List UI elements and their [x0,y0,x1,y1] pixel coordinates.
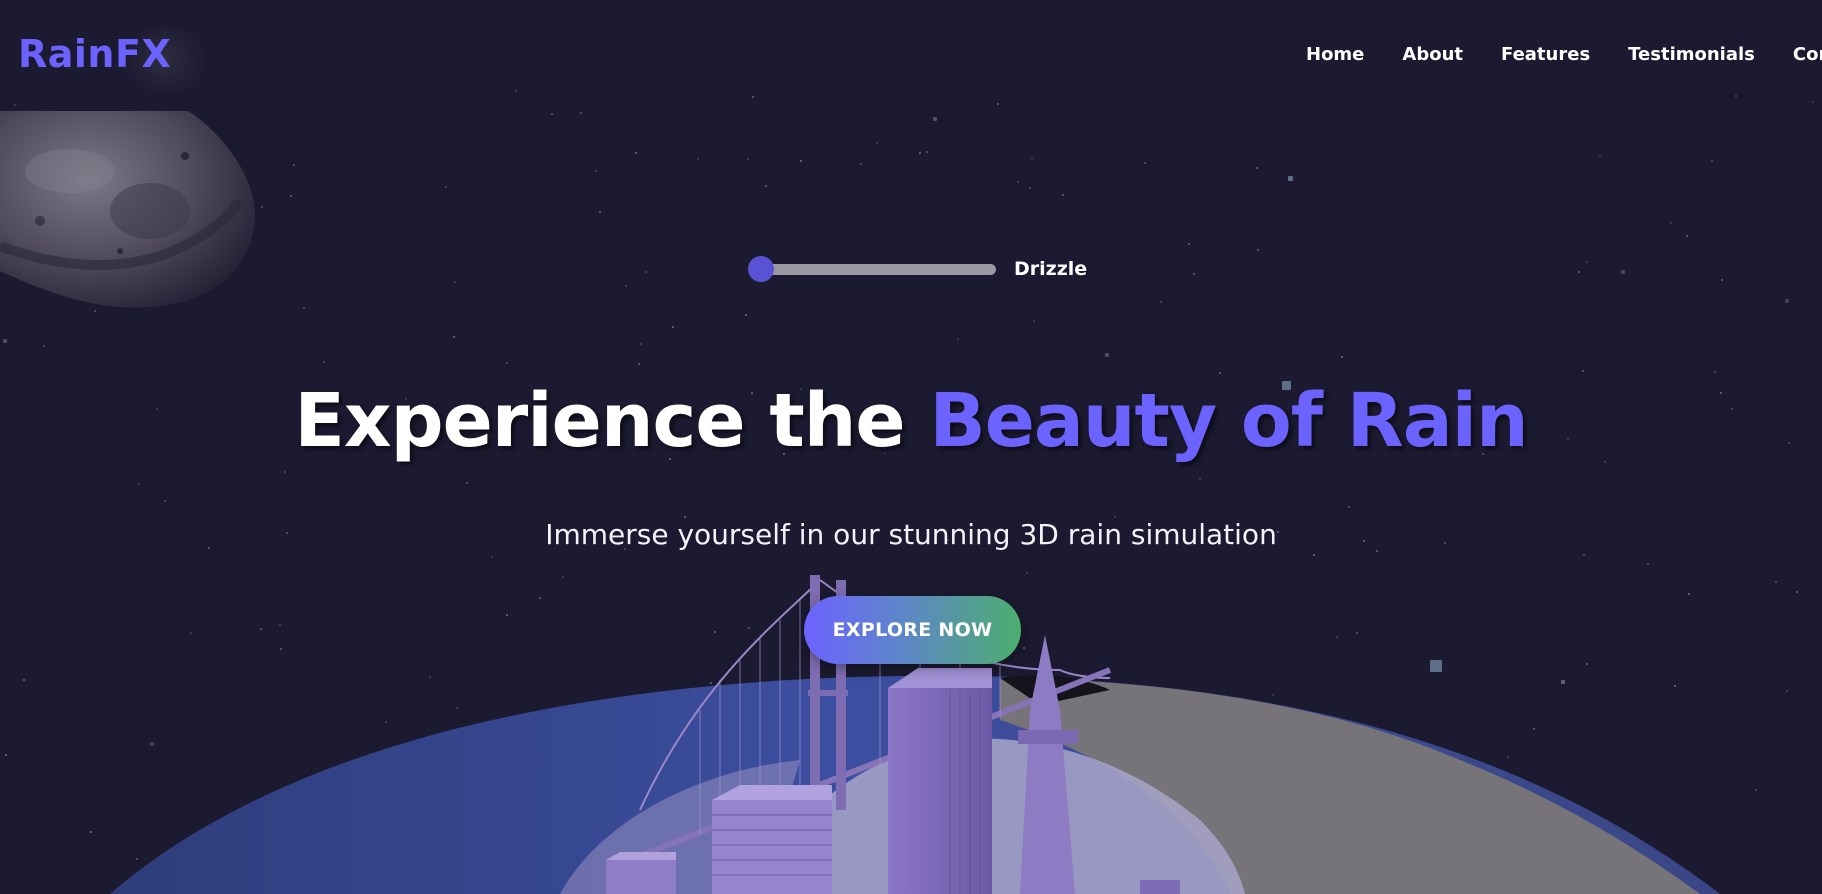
star-dot [445,186,447,188]
hero-title-main: Experience the [294,378,905,464]
hero-title-accent: Beauty of Rain [929,378,1528,464]
star-dot [1188,243,1190,245]
star-dot [303,307,305,309]
star-dot [919,152,921,154]
nav-link-home[interactable]: Home [1306,44,1364,65]
star-dot [697,158,699,160]
star-dot [765,185,767,187]
star-dot [453,336,455,338]
rain-intensity-label: Drizzle [1014,258,1088,280]
star-dot [1714,371,1716,373]
star-dot [638,363,640,365]
nav-link-features[interactable]: Features [1501,44,1590,65]
star-dot [1785,299,1789,303]
star-dot [747,158,749,160]
star-dot [290,195,292,197]
star-dot [1029,187,1031,189]
hero-subtitle: Immerse yourself in our stunning 3D rain… [545,518,1277,551]
star-dot [595,170,597,172]
star-dot [1583,554,1585,556]
star-dot [1578,271,1580,273]
star-dot [645,271,647,273]
star-dot [261,206,263,208]
star-dot [1144,162,1146,164]
star-dot [43,345,45,347]
main-nav: Home About Features Testimonials Conta [1306,44,1822,65]
star-dot [580,112,582,114]
star-dot [1257,249,1259,251]
star-dot [1105,353,1109,357]
star-dot [1031,157,1033,159]
site-logo[interactable]: RainFX [18,32,171,76]
star-dot [466,482,468,484]
star-dot [1199,478,1201,480]
star-dot [599,211,601,213]
star-dot [1288,176,1293,181]
star-dot [284,471,286,473]
star-dot [640,343,642,345]
site-header: RainFX Home About Features Testimonials … [0,0,1822,110]
star-dot [1313,554,1315,556]
star-dot [1033,320,1035,322]
star-dot [800,160,802,162]
star-dot [876,142,878,144]
star-dot [1621,270,1625,274]
star-dot [138,483,140,485]
star-dot [1219,372,1221,374]
star-dot [454,281,456,283]
asteroid-model [0,111,255,308]
star-dot [745,314,747,316]
star-dot [933,117,937,121]
star-dot [1582,370,1584,372]
star-dot [672,326,674,328]
star-dot [506,362,508,364]
rain-intensity-slider[interactable] [748,256,1002,282]
star-dot [1348,506,1350,508]
nav-link-testimonials[interactable]: Testimonials [1628,44,1755,65]
star-dot [860,163,862,165]
star-dot [1017,181,1019,183]
star-dot [1599,155,1601,157]
star-dot [635,152,637,154]
star-dot [551,113,553,115]
star-dot [1062,194,1064,196]
star-dot [1256,167,1258,169]
star-dot [1721,279,1723,281]
star-dot [625,285,627,287]
star-dot [957,338,959,340]
star-dot [1586,261,1588,263]
star-dot [3,339,7,343]
star-dot [293,164,295,166]
nav-link-about[interactable]: About [1402,44,1463,65]
star-dot [164,500,166,502]
star-dot [1686,235,1688,237]
explore-now-button[interactable]: EXPLORE NOW [804,596,1021,664]
page: RainFX Home About Features Testimonials … [0,0,1822,894]
slider-thumb[interactable] [748,256,774,282]
star-dot [926,151,928,153]
star-dot [1711,160,1713,162]
star-dot [323,361,325,363]
star-dot [1341,356,1343,358]
star-dot [1160,301,1162,303]
star-dot [1193,273,1195,275]
slider-track[interactable] [760,264,996,275]
star-dot [491,556,493,558]
star-dot [1670,222,1672,224]
nav-link-contact[interactable]: Conta [1793,44,1822,65]
hero-title: Experience the Beauty of Rain [0,378,1822,464]
